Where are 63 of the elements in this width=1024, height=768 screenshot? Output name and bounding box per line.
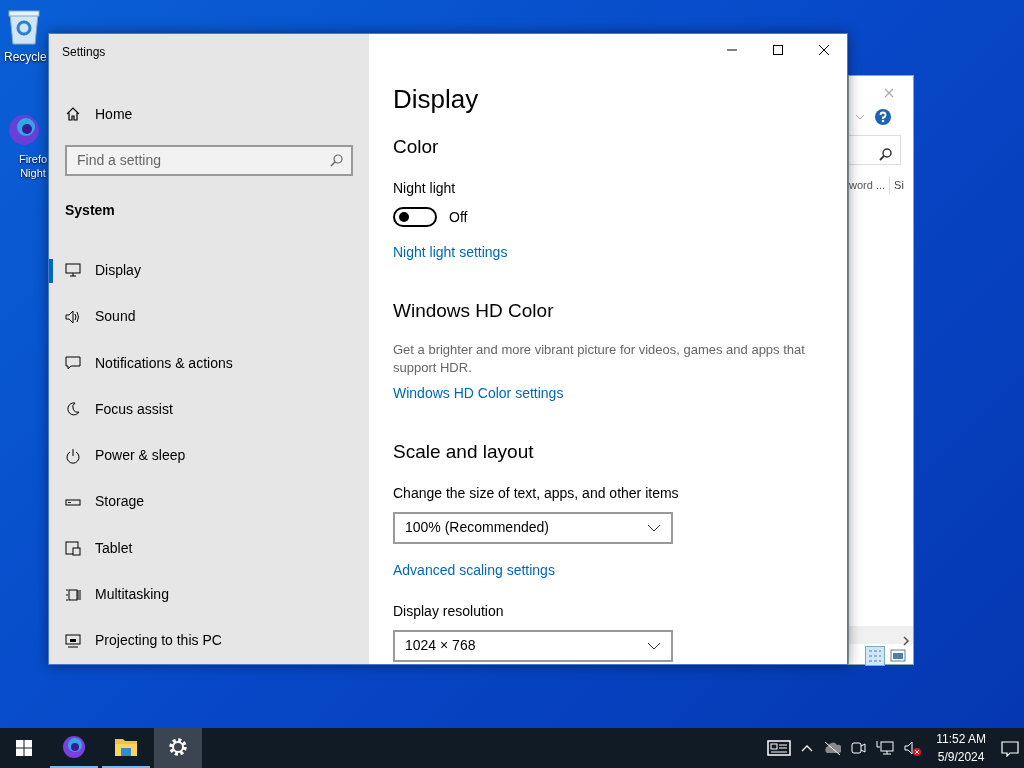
news-icon[interactable]: [767, 739, 792, 757]
clock[interactable]: 11:52 AM 5/9/2024: [936, 730, 986, 766]
toggle-switch[interactable]: [393, 207, 437, 227]
sidebar-item[interactable]: Multitasking: [49, 571, 369, 618]
chevron-up-icon[interactable]: [801, 743, 814, 753]
recycle-bin-icon[interactable]: [6, 8, 42, 48]
section-heading: Windows HD Color: [393, 298, 555, 323]
browser-icon: [62, 735, 86, 759]
sidebar-item[interactable]: Storage: [49, 478, 369, 526]
sidebar-item[interactable]: Focus assist: [49, 386, 369, 433]
notifications-icon[interactable]: [1001, 739, 1019, 757]
monitor-icon: [65, 262, 81, 279]
windows-icon: [16, 740, 32, 756]
moon-icon: [65, 401, 81, 418]
settings-link[interactable]: Night light settings: [393, 241, 508, 263]
cloud-off-icon[interactable]: [823, 740, 842, 756]
search-icon: [330, 154, 343, 168]
setting-label: Night light: [393, 178, 457, 198]
network-icon[interactable]: [876, 740, 895, 756]
chevron-right-icon[interactable]: [903, 636, 910, 647]
search-field[interactable]: Find a setting: [65, 145, 353, 177]
toggle-state: Off: [449, 207, 468, 227]
chevron-down-icon: [647, 523, 661, 532]
home-link[interactable]: Home: [49, 91, 369, 138]
dropdown[interactable]: 1024 × 768: [393, 629, 673, 662]
section-heading: Scale and layout: [393, 440, 535, 464]
sidebar-item[interactable]: Sound: [49, 293, 369, 340]
message-icon: [65, 355, 81, 372]
sidebar-item[interactable]: Notifications & actions: [49, 339, 369, 387]
desktop-icon-label[interactable]: Firefo Night: [0, 152, 48, 180]
sidebar-item[interactable]: Power & sleep: [49, 432, 369, 479]
search-icon: [879, 147, 892, 161]
power-icon: [65, 447, 81, 464]
taskbar-app[interactable]: [154, 728, 202, 768]
settings-link[interactable]: Windows HD Color settings: [393, 383, 564, 404]
description: Get a brighter and more vibrant picture for videos, games and apps that support HDR.: [393, 341, 806, 377]
help-icon[interactable]: [875, 109, 891, 125]
multitasking-icon: [65, 586, 81, 603]
tablet-icon: [65, 540, 81, 557]
horizontal-scrollbar[interactable]: [849, 626, 913, 644]
search-input[interactable]: Find a setting: [75, 149, 330, 173]
column-header[interactable]: word ...: [849, 177, 891, 194]
dropdown[interactable]: 100% (Recommended): [393, 511, 673, 544]
section-heading: Color: [393, 135, 440, 159]
section-heading: System: [64, 201, 116, 221]
maximize-icon[interactable]: [773, 45, 783, 55]
setting-label: Change the size of text, apps, and other items: [393, 483, 680, 503]
projector-icon: [65, 632, 81, 649]
sidebar-item[interactable]: Tablet: [49, 525, 369, 572]
window-title: Settings: [61, 44, 107, 61]
settings-link[interactable]: Advanced scaling settings: [393, 559, 555, 581]
desktop-icon-label[interactable]: Recycle: [0, 50, 48, 64]
camera-icon[interactable]: [851, 740, 867, 756]
column-header[interactable]: Si: [890, 177, 904, 194]
speaker-muted-icon[interactable]: [904, 740, 922, 756]
close-icon[interactable]: [819, 45, 829, 55]
sidebar-item[interactable]: Projecting to this PC: [49, 617, 369, 664]
setting-label: Display resolution: [393, 601, 505, 621]
home-icon: [65, 106, 81, 123]
chevron-down-icon: [647, 641, 661, 650]
gear-icon: [166, 735, 190, 759]
page-title: Display: [393, 83, 480, 116]
speaker-icon: [65, 308, 81, 325]
